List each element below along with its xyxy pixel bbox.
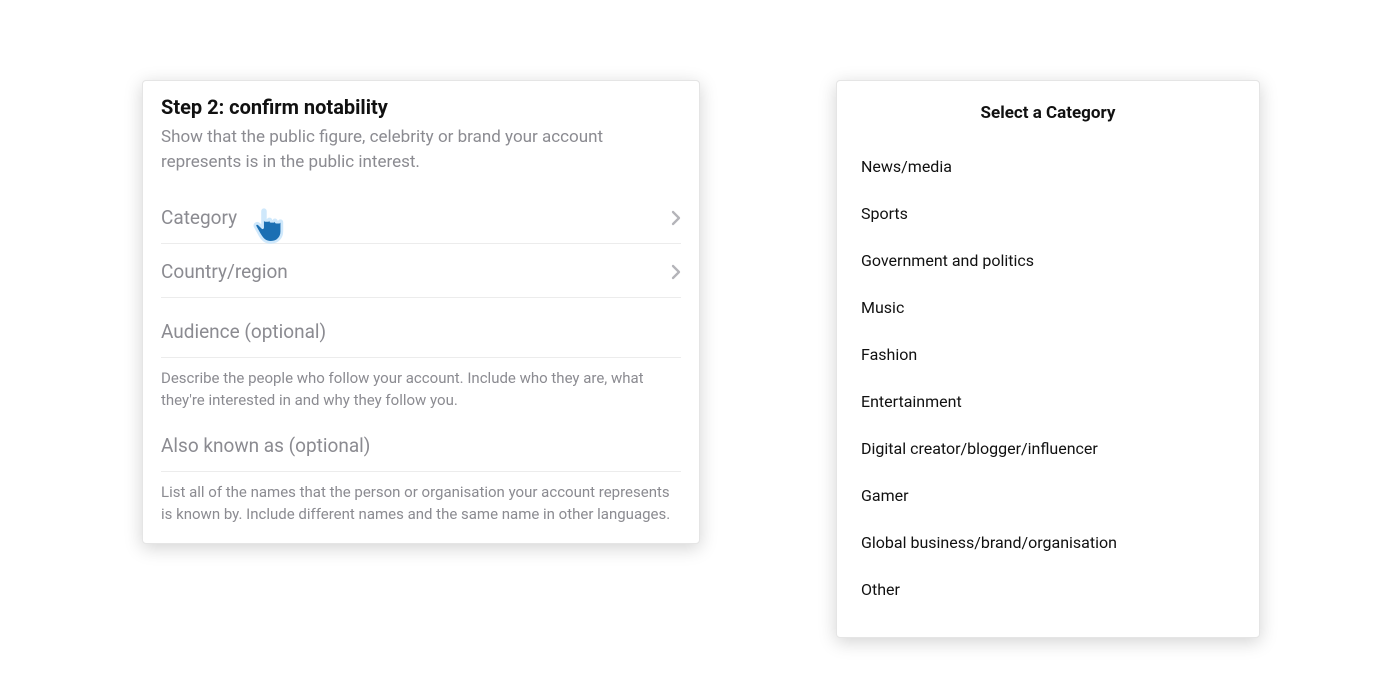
select-category-title: Select a Category <box>861 103 1235 123</box>
category-option-digital-creator[interactable]: Digital creator/blogger/influencer <box>861 425 1235 472</box>
category-option-other[interactable]: Other <box>861 566 1235 613</box>
audience-help-text: Describe the people who follow your acco… <box>161 358 681 412</box>
category-label: Category <box>161 206 237 229</box>
category-option-news-media[interactable]: News/media <box>861 143 1235 190</box>
category-option-global-business[interactable]: Global business/brand/organisation <box>861 519 1235 566</box>
category-row[interactable]: Category <box>161 190 681 244</box>
step-title: Step 2: confirm notability <box>161 95 681 119</box>
country-region-label: Country/region <box>161 260 288 283</box>
also-known-as-help-text: List all of the names that the person or… <box>161 472 681 526</box>
select-category-panel: Select a Category News/media Sports Gove… <box>836 80 1260 638</box>
audience-label: Audience (optional) <box>161 298 681 358</box>
category-option-gamer[interactable]: Gamer <box>861 472 1235 519</box>
country-region-row[interactable]: Country/region <box>161 244 681 298</box>
step-description: Show that the public figure, celebrity o… <box>161 125 681 174</box>
notability-step-panel: Step 2: confirm notability Show that the… <box>142 80 700 544</box>
chevron-right-icon <box>671 264 681 280</box>
category-option-sports[interactable]: Sports <box>861 190 1235 237</box>
chevron-right-icon <box>671 210 681 226</box>
also-known-as-label: Also known as (optional) <box>161 412 681 472</box>
category-option-fashion[interactable]: Fashion <box>861 331 1235 378</box>
category-option-music[interactable]: Music <box>861 284 1235 331</box>
category-option-entertainment[interactable]: Entertainment <box>861 378 1235 425</box>
category-option-government-politics[interactable]: Government and politics <box>861 237 1235 284</box>
